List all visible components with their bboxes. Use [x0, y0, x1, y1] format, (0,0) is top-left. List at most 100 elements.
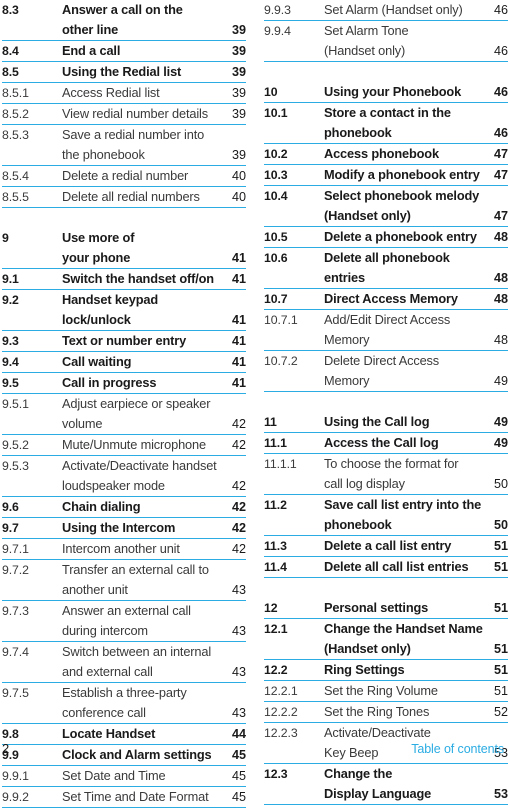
toc-entry-page: 40 — [231, 169, 246, 183]
toc-entry-page-wrap: 42 — [229, 435, 246, 455]
toc-entry[interactable]: 9.7.4 Switch between an internal and exter… — [2, 642, 246, 683]
toc-entry[interactable]: 9.7.1 Intercom another unit 42 — [2, 539, 246, 560]
toc-entry-page: 42 — [231, 521, 246, 535]
toc-entry-title: Set Alarm Tone (Handset only) — [324, 21, 491, 61]
toc-entry[interactable]: 11.2 Save call list entry into the phonebo… — [264, 495, 508, 536]
toc-entry[interactable]: 9.5.1 Adjust earpiece or speaker volume 42 — [2, 394, 246, 435]
toc-entry-title: Intercom another unit — [62, 539, 229, 559]
toc-entry-page-wrap: 51 — [491, 660, 508, 680]
toc-entry-title-line: Set Alarm Tone — [324, 23, 409, 38]
toc-entry-title-line: the phonebook — [62, 147, 145, 162]
toc-entry[interactable]: 12 Personal settings 51 — [264, 598, 508, 619]
toc-entry-title-line: Set Date and Time — [62, 768, 166, 783]
toc-entry[interactable]: 9.5.2 Mute/Unmute microphone 42 — [2, 435, 246, 456]
toc-entry[interactable]: 9.9.2 Set Time and Date Format 45 — [2, 787, 246, 808]
toc-entry-page-wrap: 40 — [229, 166, 246, 186]
toc-entry-page: 39 — [231, 44, 246, 58]
toc-entry-title: End a call — [62, 41, 229, 61]
toc-entry[interactable]: 10.1 Store a contact in the phonebook 46 — [264, 103, 508, 144]
toc-entry[interactable]: 9.6 Chain dialing 42 — [2, 497, 246, 518]
toc-entry[interactable]: 9.9.4 Set Alarm Tone (Handset only) 46 — [264, 21, 508, 62]
toc-entry[interactable]: 11.3 Delete a call list entry 51 — [264, 536, 508, 557]
toc-entry[interactable]: 8.5.1 Access Redial list 39 — [2, 83, 246, 104]
toc-entry-title-line: (Handset only) — [324, 641, 411, 656]
toc-entry[interactable]: 10.7.1 Add/Edit Direct Access Memory 48 — [264, 310, 508, 351]
toc-entry-page: 47 — [493, 209, 508, 223]
toc-entry[interactable]: 9.7.5 Establish a three-party conference c… — [2, 683, 246, 724]
toc-entry[interactable]: 10.2 Access phonebook 47 — [264, 144, 508, 165]
toc-entry-page: 39 — [231, 86, 246, 100]
toc-entry-title: Activate/Deactivate handset loudspeaker m… — [62, 456, 229, 496]
toc-entry-title-line: Adjust earpiece or speaker — [62, 396, 211, 411]
toc-entry-page-wrap: 42 — [229, 394, 246, 434]
toc-entry[interactable]: 10.4 Select phonebook melody (Handset only… — [264, 186, 508, 227]
toc-entry-number: 10.7.1 — [264, 313, 298, 327]
toc-entry-title-line: Delete a redial number — [62, 168, 189, 183]
toc-entry[interactable]: 8.5.4 Delete a redial number 40 — [2, 166, 246, 187]
toc-entry[interactable]: 9.1 Switch the handset off/on 41 — [2, 269, 246, 290]
toc-entry[interactable]: 11 Using the Call log 49 — [264, 412, 508, 433]
toc-entry-page: 43 — [231, 624, 246, 638]
toc-entry-title: Switch the handset off/on — [62, 269, 229, 289]
toc-entry-page: 51 — [493, 663, 508, 677]
toc-entry[interactable]: 9.7 Using the Intercom 42 — [2, 518, 246, 539]
toc-entry-page: 43 — [231, 706, 246, 720]
toc-entry-title-line: phonebook — [324, 125, 392, 140]
toc-entry-title-line: Chain dialing — [62, 499, 141, 514]
toc-entry-page-wrap: 42 — [229, 518, 246, 538]
toc-entry[interactable]: 11.1.1 To choose the format for call log d… — [264, 454, 508, 495]
toc-entry[interactable]: 9.9.1 Set Date and Time 45 — [2, 766, 246, 787]
toc-entry-page-wrap: 42 — [229, 497, 246, 517]
toc-entry[interactable]: 9.7.2 Transfer an external call to another… — [2, 560, 246, 601]
toc-entry[interactable]: 8.5.3 Save a redial number into the phoneb… — [2, 125, 246, 166]
toc-entry-title-line: Delete Direct Access — [324, 353, 440, 368]
toc-entry-page-wrap: 41 — [229, 373, 246, 393]
toc-entry-title: Set Date and Time — [62, 766, 229, 786]
toc-entry[interactable]: 12.2.1 Set the Ring Volume 51 — [264, 681, 508, 702]
toc-entry[interactable]: 10.6 Delete all phonebook entries 48 — [264, 248, 508, 289]
toc-entry[interactable]: 9.3 Text or number entry 41 — [2, 331, 246, 352]
toc-entry[interactable]: 9.4 Call waiting 41 — [2, 352, 246, 373]
toc-entry[interactable]: 11.1 Access the Call log 49 — [264, 433, 508, 454]
toc-entry-title: Delete Direct Access Memory — [324, 351, 491, 391]
toc-entry[interactable]: 12.2 Ring Settings 51 — [264, 660, 508, 681]
toc-entry[interactable]: 9.5 Call in progress 41 — [2, 373, 246, 394]
toc-entry[interactable]: 12.1 Change the Handset Name (Handset only… — [264, 619, 508, 660]
toc-entry-title-line: Change the Handset Name — [324, 621, 483, 636]
toc-entry[interactable]: 10 Using your Phonebook 46 — [264, 82, 508, 103]
toc-entry-number: 9.5.3 — [2, 459, 29, 473]
toc-entry-page: 50 — [493, 477, 508, 491]
toc-entry-title: Transfer an external call to another unit — [62, 560, 229, 600]
toc-entry-title-line: Answer a call on the — [62, 2, 183, 17]
toc-entry[interactable]: 10.3 Modify a phonebook entry 47 — [264, 165, 508, 186]
toc-entry-title-line: Access phonebook — [324, 146, 439, 161]
toc-entry-title: Change the Handset Name (Handset only) — [324, 619, 491, 659]
toc-entry[interactable]: 8.3 Answer a call on the other line 39 — [2, 0, 246, 41]
toc-entry-title-line: Set Time and Date Format — [62, 789, 209, 804]
toc-entry-page-wrap: 39 — [229, 62, 246, 82]
toc-entry-title-line: Direct Access Memory — [324, 291, 458, 306]
toc-entry[interactable]: 8.5 Using the Redial list 39 — [2, 62, 246, 83]
toc-entry[interactable]: 12.3 Change the Display Language 53 — [264, 764, 508, 805]
toc-entry-number: 10.4 — [264, 189, 288, 203]
toc-entry[interactable]: 9.2 Handset keypad lock/unlock 41 — [2, 290, 246, 331]
toc-entry[interactable]: 10.7.2 Delete Direct Access Memory 49 — [264, 351, 508, 392]
toc-entry[interactable]: 12.2.2 Set the Ring Tones 52 — [264, 702, 508, 723]
toc-entry-page: 48 — [493, 230, 508, 244]
toc-entry[interactable]: 9 Use more of your phone 41 — [2, 228, 246, 269]
toc-entry[interactable]: 8.5.2 View redial number details 39 — [2, 104, 246, 125]
toc-entry[interactable]: 9.7.3 Answer an external call during inter… — [2, 601, 246, 642]
toc-entry-title: Adjust earpiece or speaker volume — [62, 394, 229, 434]
toc-entry-title: Handset keypad lock/unlock — [62, 290, 229, 330]
toc-entry-page: 39 — [231, 107, 246, 121]
toc-entry[interactable]: 9.9.3 Set Alarm (Handset only) 46 — [264, 0, 508, 21]
toc-entry[interactable]: 11.4 Delete all call list entries 51 — [264, 557, 508, 578]
toc-entry-page: 41 — [231, 313, 246, 327]
toc-entry[interactable]: 8.4 End a call 39 — [2, 41, 246, 62]
toc-entry-page-wrap: 41 — [229, 352, 246, 372]
toc-entry[interactable]: 10.5 Delete a phonebook entry 48 — [264, 227, 508, 248]
toc-entry-page: 53 — [493, 787, 508, 801]
toc-entry[interactable]: 8.5.5 Delete all redial numbers 40 — [2, 187, 246, 208]
toc-entry[interactable]: 10.7 Direct Access Memory 48 — [264, 289, 508, 310]
toc-entry[interactable]: 9.5.3 Activate/Deactivate handset loudspea… — [2, 456, 246, 497]
